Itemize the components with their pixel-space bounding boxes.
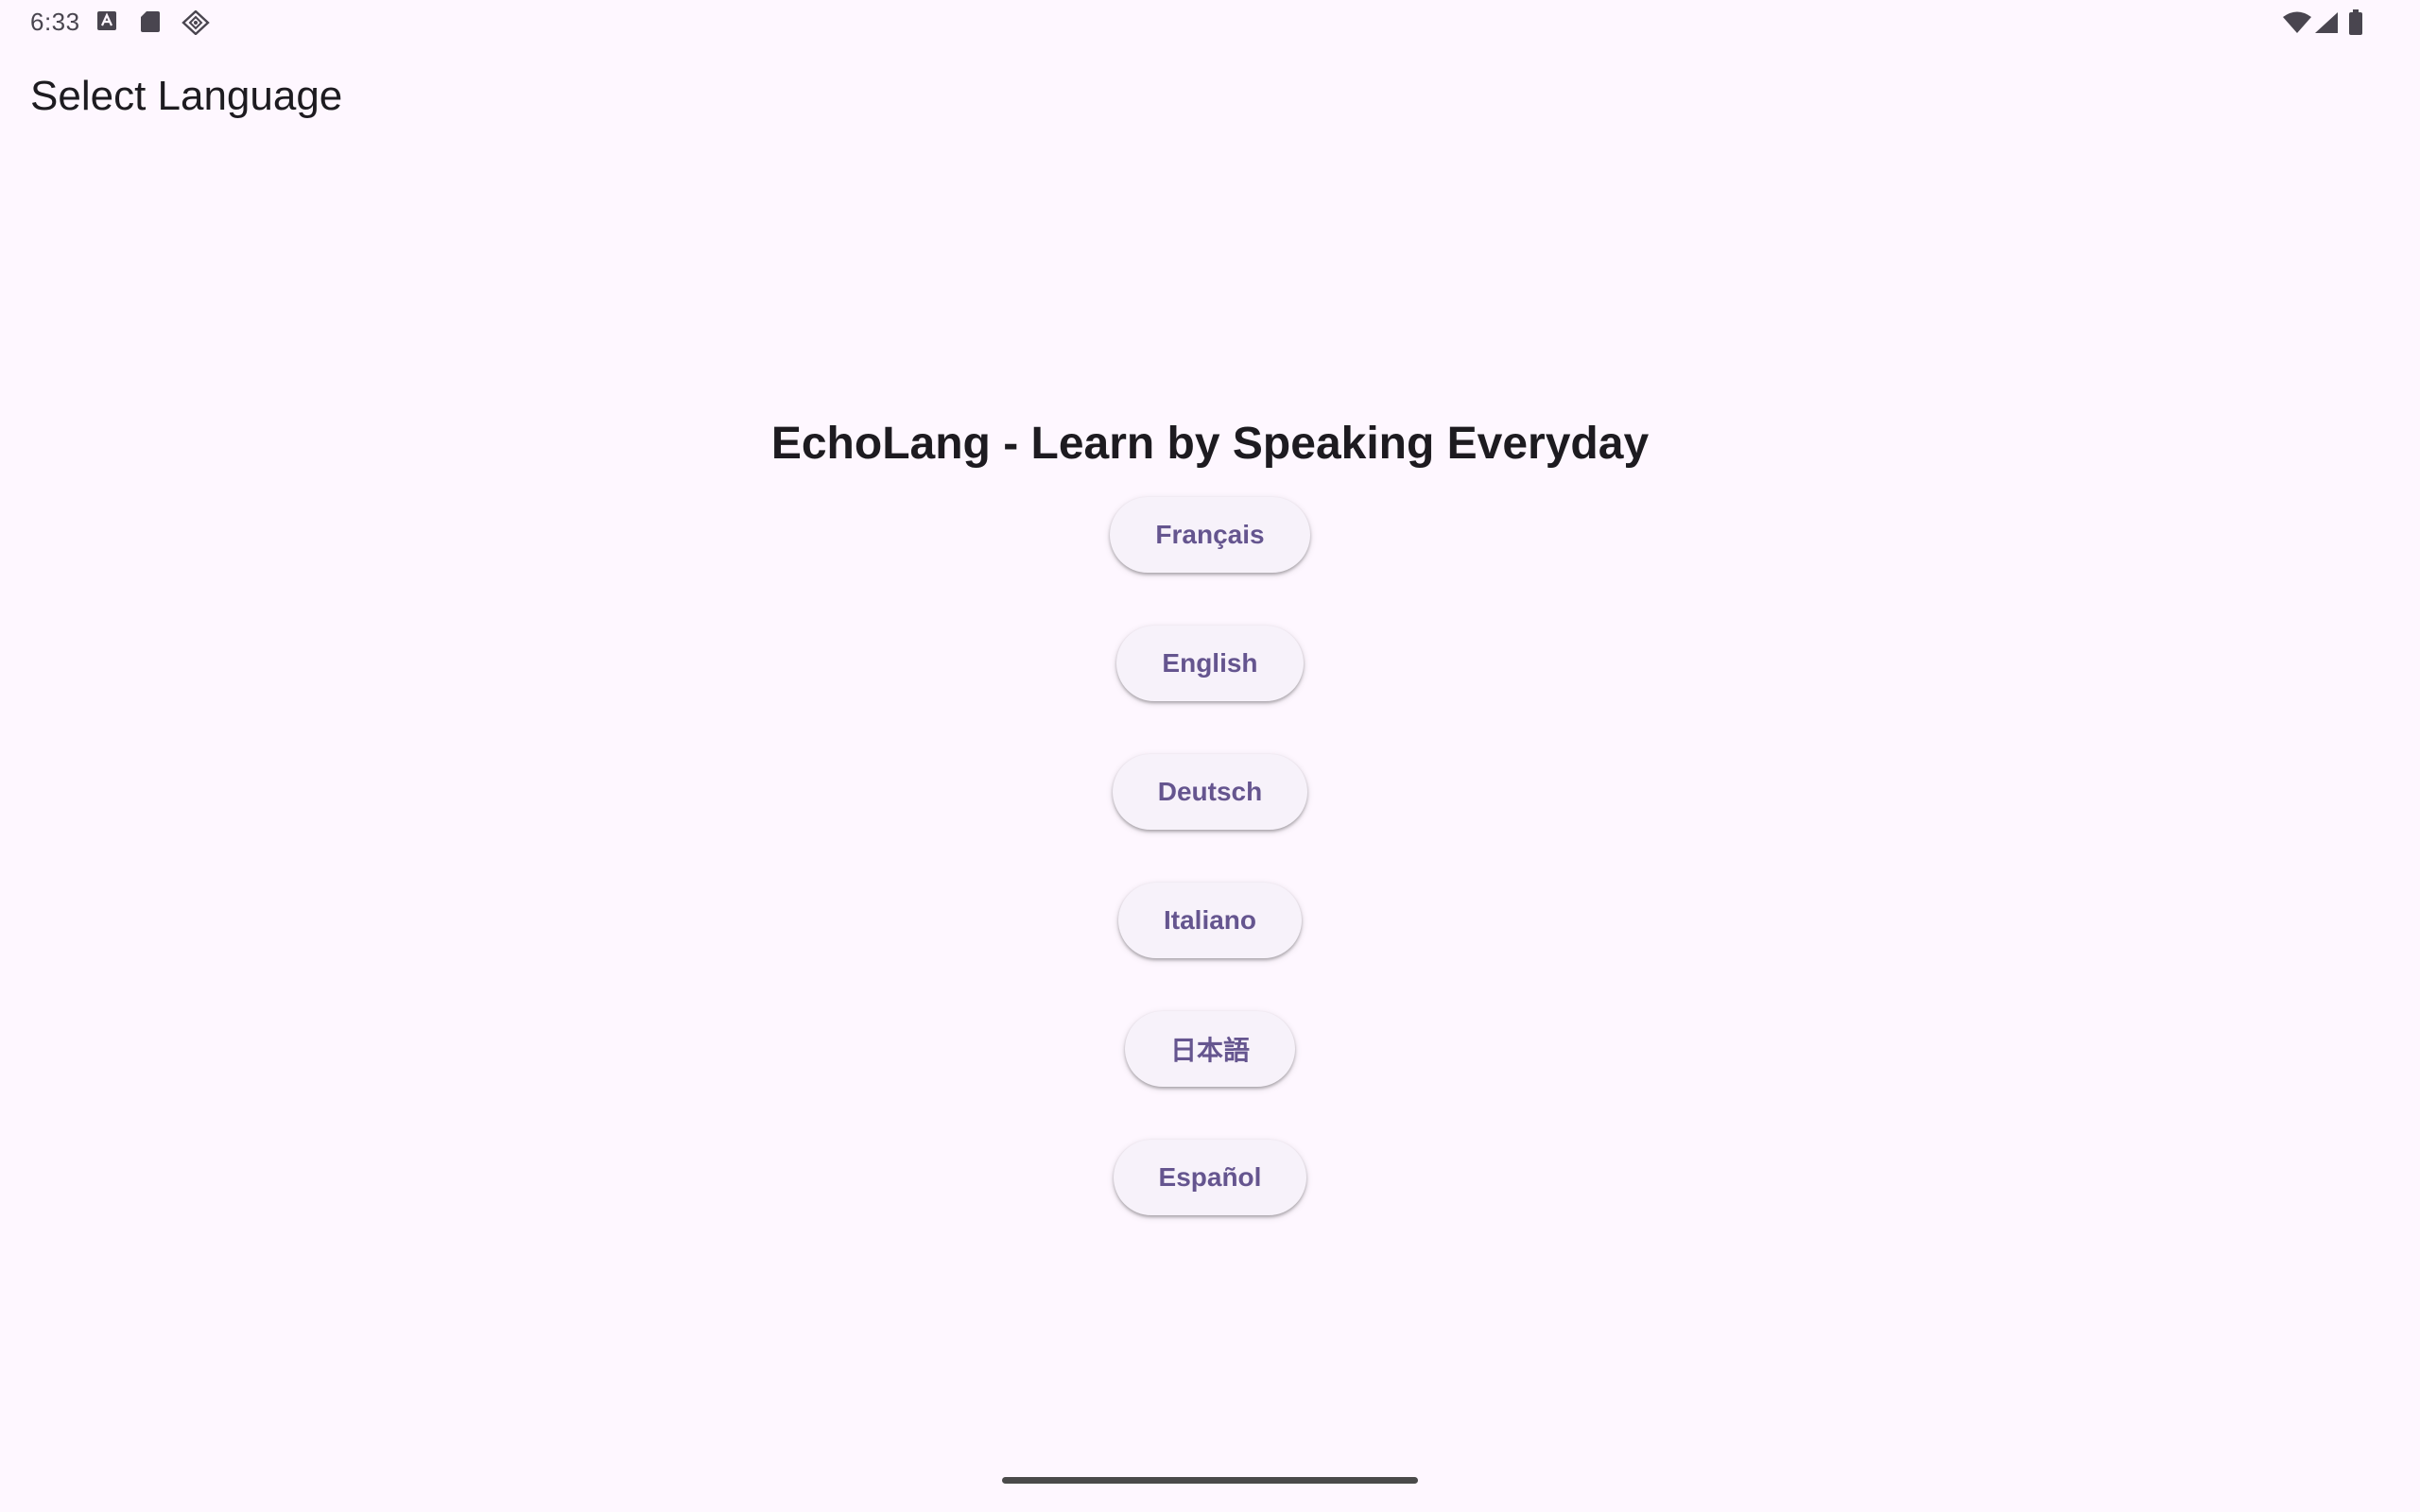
keyboard-icon bbox=[96, 10, 117, 31]
cell-signal-icon bbox=[2314, 11, 2339, 34]
language-selection-panel: EchoLang - Learn by Speaking Everyday Fr… bbox=[0, 406, 2420, 1268]
language-list: Français English Deutsch Italiano 日本語 Es… bbox=[1110, 497, 1310, 1268]
home-gesture-bar[interactable] bbox=[1002, 1477, 1418, 1484]
language-button-spanish[interactable]: Español bbox=[1113, 1140, 1307, 1215]
language-button-french[interactable]: Français bbox=[1110, 497, 1310, 573]
page-title: Select Language bbox=[30, 73, 343, 119]
app-screen: 6:33 Select Language EchoLang - Learn by… bbox=[0, 0, 2420, 1512]
location-diamond-icon bbox=[182, 10, 210, 35]
language-button-italian[interactable]: Italiano bbox=[1117, 883, 1302, 958]
status-bar: 6:33 bbox=[0, 0, 2420, 45]
language-button-japanese[interactable]: 日本語 bbox=[1124, 1011, 1295, 1087]
sd-card-icon bbox=[140, 10, 161, 33]
wifi-icon bbox=[2282, 11, 2312, 34]
language-button-german[interactable]: Deutsch bbox=[1112, 754, 1308, 830]
language-button-english[interactable]: English bbox=[1116, 626, 1304, 701]
battery-icon bbox=[2348, 9, 2363, 36]
status-time: 6:33 bbox=[30, 8, 80, 36]
app-headline: EchoLang - Learn by Speaking Everyday bbox=[770, 419, 1650, 469]
